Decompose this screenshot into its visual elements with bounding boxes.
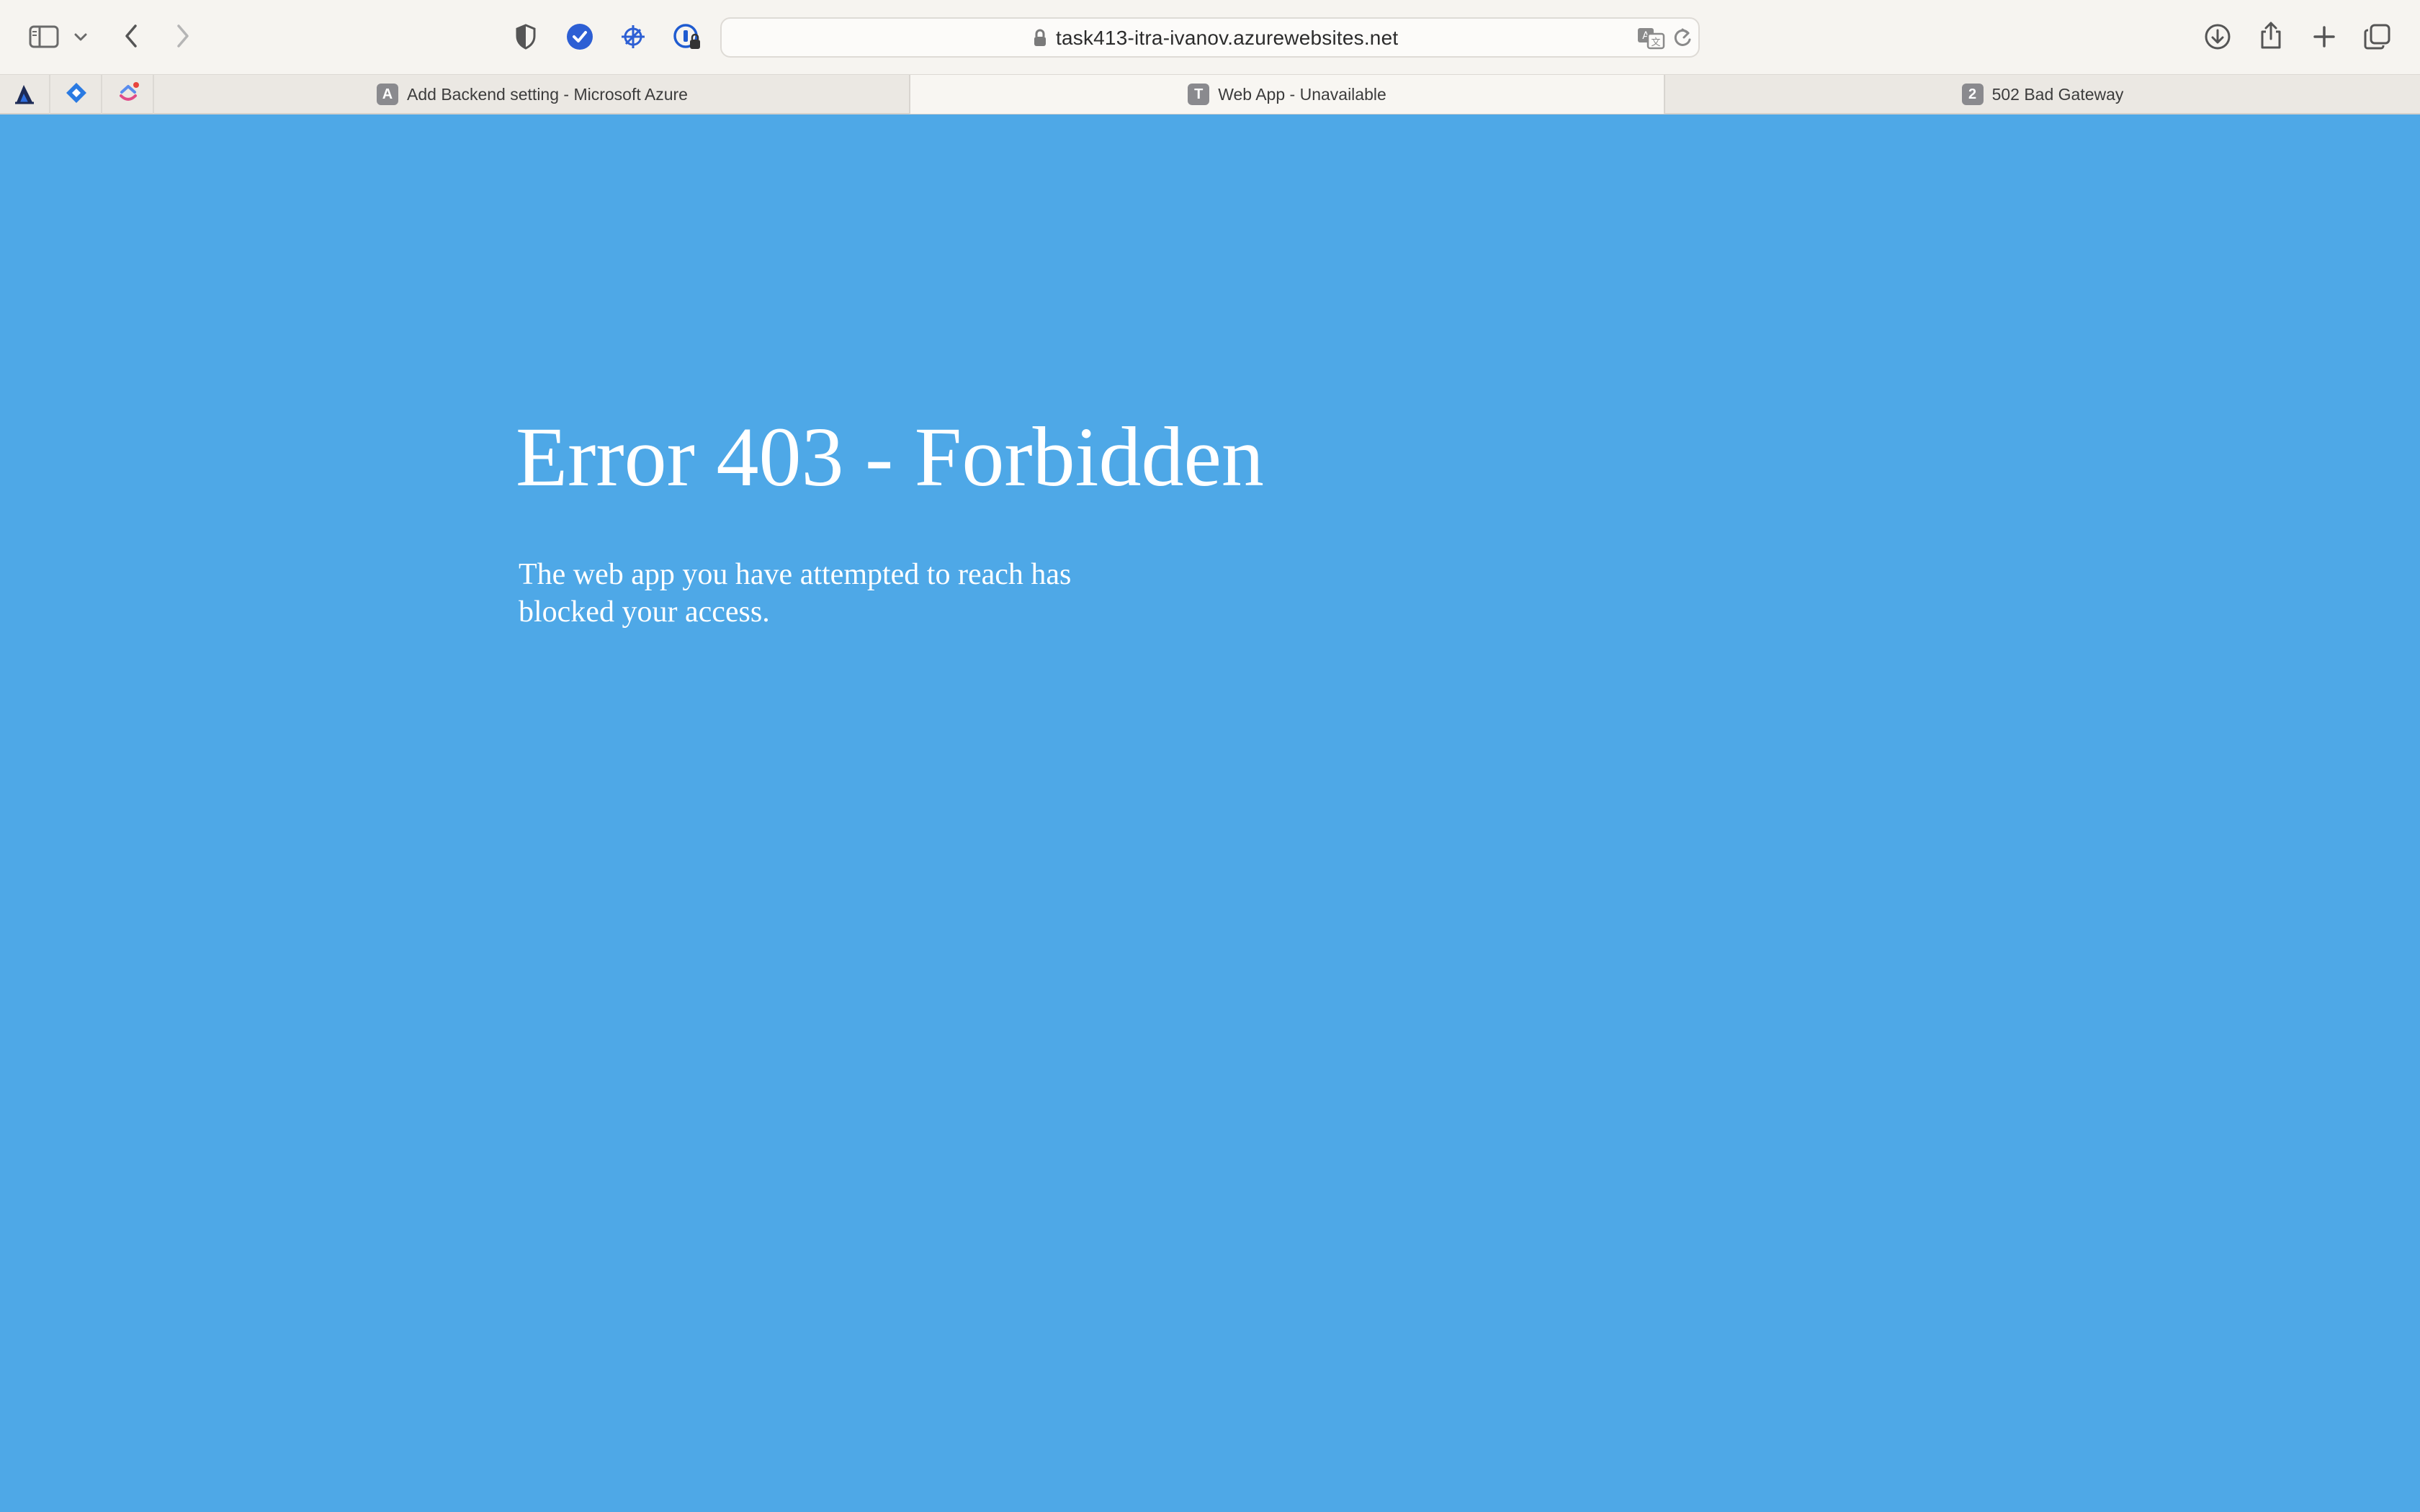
back-icon[interactable] <box>118 20 144 52</box>
address-bar[interactable]: task413-itra-ivanov.azurewebsites.net A文 <box>720 17 1700 58</box>
clickup-icon <box>116 81 140 109</box>
satellite-extension-icon[interactable] <box>618 22 648 52</box>
svg-text:文: 文 <box>1651 37 1660 48</box>
url-text: task413-itra-ivanov.azurewebsites.net <box>1056 27 1399 49</box>
chevron-down-icon[interactable] <box>71 27 91 48</box>
pinned-tab-jira[interactable] <box>52 75 102 114</box>
pinned-tab-atlassian[interactable] <box>0 75 50 114</box>
page-content: Error 403 - Forbidden The web app you ha… <box>0 114 2420 1512</box>
forward-icon[interactable] <box>170 20 196 52</box>
jira-icon <box>65 81 88 108</box>
tab-overview-icon[interactable] <box>2362 22 2393 52</box>
error-title: Error 403 - Forbidden <box>516 410 1264 504</box>
atlassian-icon <box>12 81 37 109</box>
tab-web-app-unavailable[interactable]: T Web App - Unavailable <box>910 75 1665 114</box>
tab-bar: A Add Backend setting - Microsoft Azure … <box>0 74 2420 114</box>
tab-502-bad-gateway[interactable]: 2 502 Bad Gateway <box>1665 75 2420 114</box>
new-tab-icon[interactable] <box>2309 22 2339 52</box>
privacy-shield-icon[interactable] <box>511 22 540 52</box>
sidebar-icon[interactable] <box>26 22 62 52</box>
share-icon[interactable] <box>2256 19 2286 52</box>
tab-favicon: T <box>1188 84 1210 105</box>
download-icon[interactable] <box>2202 22 2233 52</box>
tab-favicon: 2 <box>1961 84 1984 105</box>
error-message: The web app you have attempted to reach … <box>519 558 1072 629</box>
translate-icon[interactable]: A文 <box>1636 27 1665 53</box>
password-extension-icon[interactable] <box>671 22 703 52</box>
browser-toolbar: task413-itra-ivanov.azurewebsites.net A文 <box>0 0 2420 74</box>
tab-title: Add Backend setting - Microsoft Azure <box>407 84 688 104</box>
reload-icon[interactable] <box>1672 27 1693 53</box>
pinned-tab-clickup[interactable] <box>104 75 154 114</box>
tab-title: 502 Bad Gateway <box>1991 84 2124 104</box>
lock-icon <box>1033 29 1047 51</box>
checkmark-extension-icon[interactable] <box>565 22 595 52</box>
tab-title: Web App - Unavailable <box>1218 84 1386 104</box>
tab-favicon: A <box>377 84 399 105</box>
tab-add-backend-setting[interactable]: A Add Backend setting - Microsoft Azure <box>156 75 910 114</box>
